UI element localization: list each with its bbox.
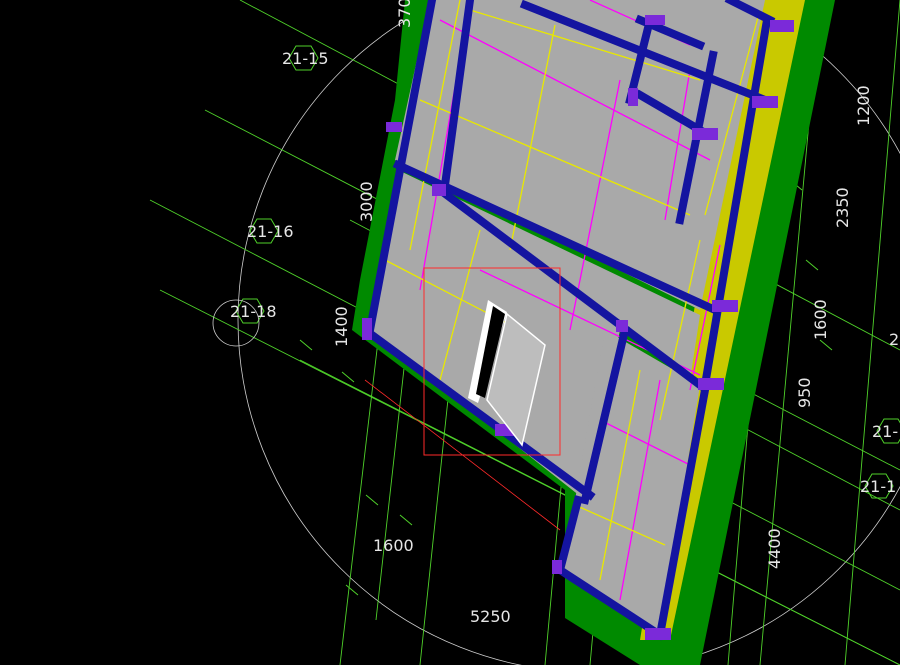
grid-label-21-1: 21-1	[860, 477, 896, 496]
dimension-5250: 5250	[470, 607, 511, 626]
dimension-3000: 3000	[357, 181, 376, 222]
dimension-1600-right: 1600	[811, 299, 830, 340]
grid-label-21-right: 21-	[872, 422, 898, 441]
dimension-4400: 4400	[765, 528, 784, 569]
grid-label-2: 2	[889, 330, 899, 349]
dimension-1200: 1200	[854, 85, 873, 126]
dimension-370: 370	[395, 0, 414, 28]
grid-label-21-16: 21-16	[247, 222, 294, 241]
grid-label-21-18: 21-18	[230, 302, 277, 321]
dimension-1400: 1400	[332, 306, 351, 347]
grid-label-21-15: 21-15	[282, 49, 329, 68]
dimension-2350: 2350	[833, 187, 852, 228]
dimension-950: 950	[795, 377, 814, 408]
3d-model-viewport[interactable]: 21-15 21-16 21-18 21- 21-1 2 370 3000 14…	[0, 0, 900, 665]
dimension-1600-bottom: 1600	[373, 536, 414, 555]
